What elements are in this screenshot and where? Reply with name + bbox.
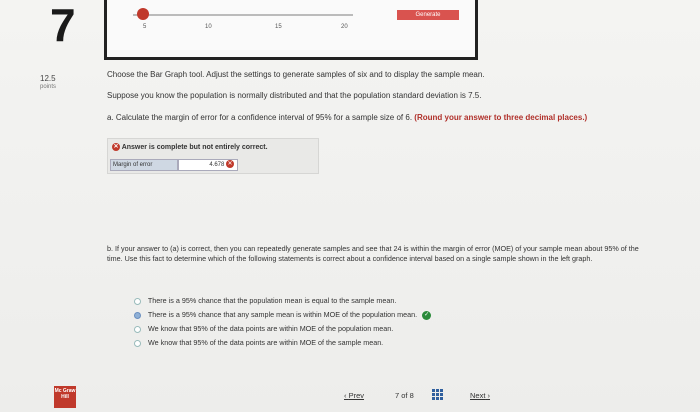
option-3[interactable]: We know that 95% of the data points are … <box>134 324 431 338</box>
answer-options: There is a 95% chance that the populatio… <box>134 296 432 352</box>
prev-label: Prev <box>348 391 365 400</box>
part-a-question: a. Calculate the margin of error for a c… <box>107 113 587 122</box>
option-2[interactable]: There is a 95% chance that any sample me… <box>134 310 432 324</box>
points-indicator: 12.5 points <box>40 74 56 92</box>
sample-slider-thumb[interactable] <box>137 8 149 20</box>
incorrect-x-icon: ✕ <box>112 143 120 151</box>
prompt-line-2: Suppose you know the population is norma… <box>107 91 482 100</box>
answer-feedback-box: ✕ Answer is complete but not entirely co… <box>107 138 319 174</box>
bar-graph-tool-panel[interactable]: 5 10 15 20 Generate <box>104 0 478 60</box>
correct-check-icon: ✓ <box>422 310 432 320</box>
option-1-label: There is a 95% chance that the populatio… <box>147 296 397 305</box>
option-3-label: We know that 95% of the data points are … <box>148 324 394 333</box>
prompt-line-1: Choose the Bar Graph tool. Adjust the se… <box>107 70 485 79</box>
page-current: 7 <box>395 391 400 400</box>
slider-tick-10: 10 <box>205 24 212 30</box>
slider-tick-5: 5 <box>143 24 147 30</box>
page-of: of <box>401 391 408 400</box>
points-value: 12.5 <box>40 74 56 83</box>
part-a-text: a. Calculate the margin of error for a c… <box>107 113 413 122</box>
radio-option-1[interactable] <box>134 297 141 305</box>
next-label: Next <box>470 391 486 400</box>
part-b-question: b. If your answer to (a) is correct, the… <box>107 244 639 263</box>
radio-option-2[interactable] <box>134 311 141 319</box>
answer-status-text: Answer is complete but not entirely corr… <box>121 143 268 151</box>
option-1[interactable]: There is a 95% chance that the populatio… <box>134 296 431 310</box>
moe-input[interactable]: 4.678 ✕ <box>178 159 238 171</box>
points-label: points <box>40 84 57 90</box>
margin-of-error-row: Margin of error 4.678 ✕ <box>110 159 238 171</box>
slider-tick-20: 20 <box>341 24 348 30</box>
slider-tick-15: 15 <box>275 24 282 30</box>
page-indicator: 7 of 8 <box>395 391 414 400</box>
moe-value: 4.678 <box>209 162 225 168</box>
moe-incorrect-icon: ✕ <box>226 160 234 169</box>
chevron-left-icon: ‹ <box>344 391 347 400</box>
radio-option-3[interactable] <box>134 325 141 333</box>
option-4[interactable]: We know that 95% of the data points are … <box>134 338 431 352</box>
option-2-label: There is a 95% chance that any sample me… <box>147 310 418 319</box>
page-total: 8 <box>409 391 414 400</box>
moe-label: Margin of error <box>110 159 178 171</box>
sample-slider-track[interactable] <box>133 14 353 16</box>
chevron-right-icon: › <box>487 391 491 400</box>
next-button[interactable]: Next › <box>470 391 490 400</box>
question-number: 7 <box>50 0 76 51</box>
mcgraw-hill-logo: Mc Graw Hill <box>54 386 76 408</box>
answer-status: ✕ Answer is complete but not entirely co… <box>112 143 268 151</box>
grid-icon[interactable] <box>432 389 443 400</box>
part-a-rounding-hint: (Round your answer to three decimal plac… <box>414 113 588 122</box>
radio-option-4[interactable] <box>134 339 141 347</box>
prev-button[interactable]: ‹ Prev <box>344 391 364 400</box>
generate-button[interactable]: Generate <box>397 10 459 20</box>
option-4-label: We know that 95% of the data points are … <box>148 338 384 347</box>
